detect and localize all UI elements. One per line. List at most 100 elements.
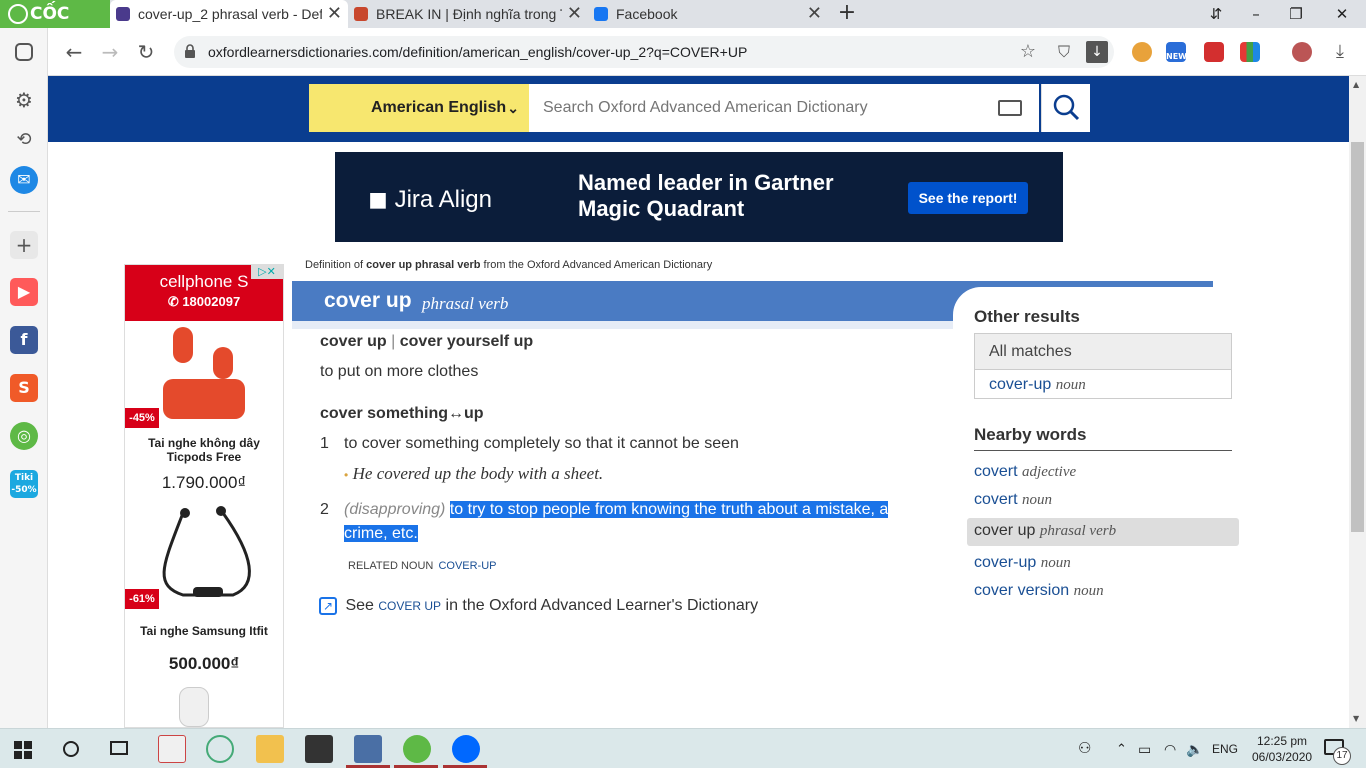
banner-ad[interactable]: ◼ Jira Align Named leader in Gartner Mag… bbox=[335, 152, 1063, 242]
app-icon[interactable] bbox=[354, 735, 382, 763]
download-page-icon[interactable]: ↓ bbox=[1086, 41, 1108, 63]
messenger-icon[interactable]: ✉ bbox=[10, 166, 38, 194]
wifi-icon[interactable]: ◠ bbox=[1164, 729, 1176, 769]
jira-align-logo: ◼ Jira Align bbox=[368, 186, 492, 213]
tab-cover-up[interactable]: cover-up_2 phrasal verb - Definition ✕ bbox=[110, 0, 348, 28]
nearby-word[interactable]: covert noun bbox=[974, 491, 1052, 509]
reload-button[interactable]: ↻ bbox=[132, 38, 160, 66]
color-ext-icon[interactable] bbox=[1240, 42, 1260, 62]
airpods-image[interactable] bbox=[179, 687, 209, 727]
right-panel: Other results All matches cover-up noun … bbox=[953, 287, 1253, 728]
tiki-icon[interactable]: Tiki -50% bbox=[10, 470, 38, 498]
file-explorer-icon[interactable] bbox=[256, 735, 284, 763]
see-report-button[interactable]: See the report! bbox=[908, 182, 1028, 214]
facebook-favicon-icon bbox=[594, 7, 608, 21]
coccoc-icon[interactable]: ◎ bbox=[10, 422, 38, 450]
sticky-notes-icon[interactable] bbox=[305, 735, 333, 763]
discount-badge: -45% bbox=[125, 408, 159, 428]
back-button[interactable]: ← bbox=[60, 38, 88, 66]
adchoices-icon[interactable]: ▷✕ bbox=[251, 265, 283, 279]
search-button[interactable] bbox=[1041, 84, 1090, 132]
chevron-up-icon[interactable]: ⌃ bbox=[1116, 729, 1127, 769]
related-link[interactable]: COVER-UP bbox=[438, 560, 496, 572]
earbuds-image[interactable] bbox=[163, 327, 245, 419]
scroll-down-icon[interactable]: ▼ bbox=[1353, 714, 1359, 723]
settings-icon[interactable]: ⚙ bbox=[10, 86, 38, 114]
people-icon[interactable]: ⚇ bbox=[1078, 729, 1091, 769]
restore-button[interactable]: ❐ bbox=[1276, 0, 1316, 28]
history-icon[interactable]: ⟲ bbox=[10, 126, 38, 154]
tab-search-icon[interactable]: ⇵ bbox=[1196, 0, 1236, 28]
scroll-up-icon[interactable]: ▲ bbox=[1353, 80, 1359, 89]
coccoc-taskbar-icon[interactable] bbox=[403, 735, 431, 763]
nearby-word[interactable]: cover-up noun bbox=[974, 554, 1071, 572]
volume-icon[interactable]: 🔈 bbox=[1186, 729, 1203, 769]
sense-number: 2 bbox=[320, 501, 329, 518]
notification-count: 17 bbox=[1333, 747, 1351, 765]
coccoc-brand-button[interactable]: CỐC CỐC bbox=[0, 0, 110, 52]
side-ad[interactable]: cellphone S ✆ 18002097 ▷✕ -45% Tai nghe … bbox=[124, 264, 284, 728]
dictionary-select-label: American English bbox=[371, 99, 507, 116]
product-name[interactable]: Tai nghe không dây Ticpods Free bbox=[125, 436, 283, 464]
breadcrumb: Definition of cover up phrasal verb from… bbox=[305, 259, 713, 271]
new-tab-button[interactable]: + bbox=[836, 0, 858, 28]
tab-facebook[interactable]: Facebook ✕ bbox=[588, 0, 828, 28]
forward-button[interactable]: → bbox=[96, 38, 124, 66]
shield-icon[interactable]: ⛉ bbox=[1050, 38, 1078, 66]
dictionary-select[interactable]: American English ⌄ bbox=[309, 84, 529, 132]
lock-icon bbox=[185, 44, 195, 58]
sidebar-toggle-icon[interactable] bbox=[15, 43, 33, 61]
downloads-icon[interactable]: ⤓ bbox=[1326, 38, 1354, 66]
tab-break-in[interactable]: BREAK IN | Định nghĩa trong Từ điển ✕ bbox=[348, 0, 588, 28]
facebook-icon[interactable]: f bbox=[10, 326, 38, 354]
add-icon[interactable]: + bbox=[10, 231, 38, 259]
sync-ext-icon[interactable] bbox=[1204, 42, 1224, 62]
app-icon[interactable] bbox=[206, 735, 234, 763]
search-taskbar-icon[interactable] bbox=[63, 741, 79, 757]
new-ext-icon[interactable]: NEW bbox=[1166, 42, 1187, 62]
search-input[interactable] bbox=[529, 84, 1039, 132]
zalo-icon[interactable] bbox=[452, 735, 480, 763]
keyboard-icon[interactable] bbox=[998, 100, 1022, 116]
task-view-icon[interactable] bbox=[110, 741, 128, 755]
match-item[interactable]: cover-up noun bbox=[989, 376, 1086, 394]
headword: cover up bbox=[324, 289, 412, 312]
nearby-word[interactable]: cover up phrasal verb bbox=[974, 522, 1116, 540]
scroll-thumb[interactable] bbox=[1351, 142, 1364, 532]
product-name[interactable]: Tai nghe Samsung Itfit bbox=[125, 624, 283, 638]
all-matches-header[interactable]: All matches bbox=[975, 334, 1231, 370]
url-text: oxfordlearnersdictionaries.com/definitio… bbox=[208, 44, 748, 60]
minimize-button[interactable]: – bbox=[1236, 0, 1276, 28]
address-bar[interactable]: oxfordlearnersdictionaries.com/definitio… bbox=[174, 36, 1114, 68]
divider bbox=[8, 211, 40, 212]
close-tab-icon[interactable]: ✕ bbox=[567, 0, 582, 28]
shopee-icon[interactable]: S bbox=[10, 374, 38, 402]
battery-icon[interactable]: ▭ bbox=[1138, 729, 1151, 769]
page-scrollbar[interactable]: ▲ ▼ bbox=[1349, 76, 1366, 728]
bullet-icon: • bbox=[344, 468, 349, 482]
close-window-button[interactable]: ✕ bbox=[1322, 0, 1362, 28]
all-matches-box: All matches cover-up noun bbox=[974, 333, 1232, 399]
tab-title: Facebook bbox=[616, 6, 678, 22]
nearby-word[interactable]: cover version noun bbox=[974, 582, 1104, 600]
see-also-link[interactable]: COVER UP bbox=[378, 599, 441, 613]
avatar[interactable] bbox=[1292, 42, 1312, 62]
nearby-word[interactable]: covert adjective bbox=[974, 463, 1076, 481]
windows-start-icon[interactable] bbox=[14, 741, 32, 759]
language-indicator[interactable]: ENG bbox=[1212, 729, 1238, 769]
nearby-words-heading: Nearby words bbox=[974, 425, 1087, 444]
store-phone: ✆ 18002097 bbox=[167, 294, 241, 309]
coccoc-ext-icon[interactable] bbox=[1132, 42, 1152, 62]
side-panel: ⚙ ⟲ ✉ + ▶ f S ◎ Tiki -50% bbox=[0, 28, 48, 728]
search-icon bbox=[1053, 94, 1080, 121]
bookmark-star-icon[interactable]: ☆ bbox=[1014, 38, 1042, 66]
sense-number: 1 bbox=[320, 435, 329, 452]
clock[interactable]: 12:25 pm 06/03/2020 bbox=[1252, 733, 1312, 765]
tab-title: BREAK IN | Định nghĩa trong Từ điển bbox=[376, 6, 562, 22]
app-icon[interactable] bbox=[158, 735, 186, 763]
close-tab-icon[interactable]: ✕ bbox=[807, 0, 822, 28]
chevron-down-icon: ⌄ bbox=[507, 100, 519, 116]
neckband-image[interactable] bbox=[153, 505, 259, 605]
close-tab-icon[interactable]: ✕ bbox=[327, 0, 342, 28]
youtube-icon[interactable]: ▶ bbox=[10, 278, 38, 306]
